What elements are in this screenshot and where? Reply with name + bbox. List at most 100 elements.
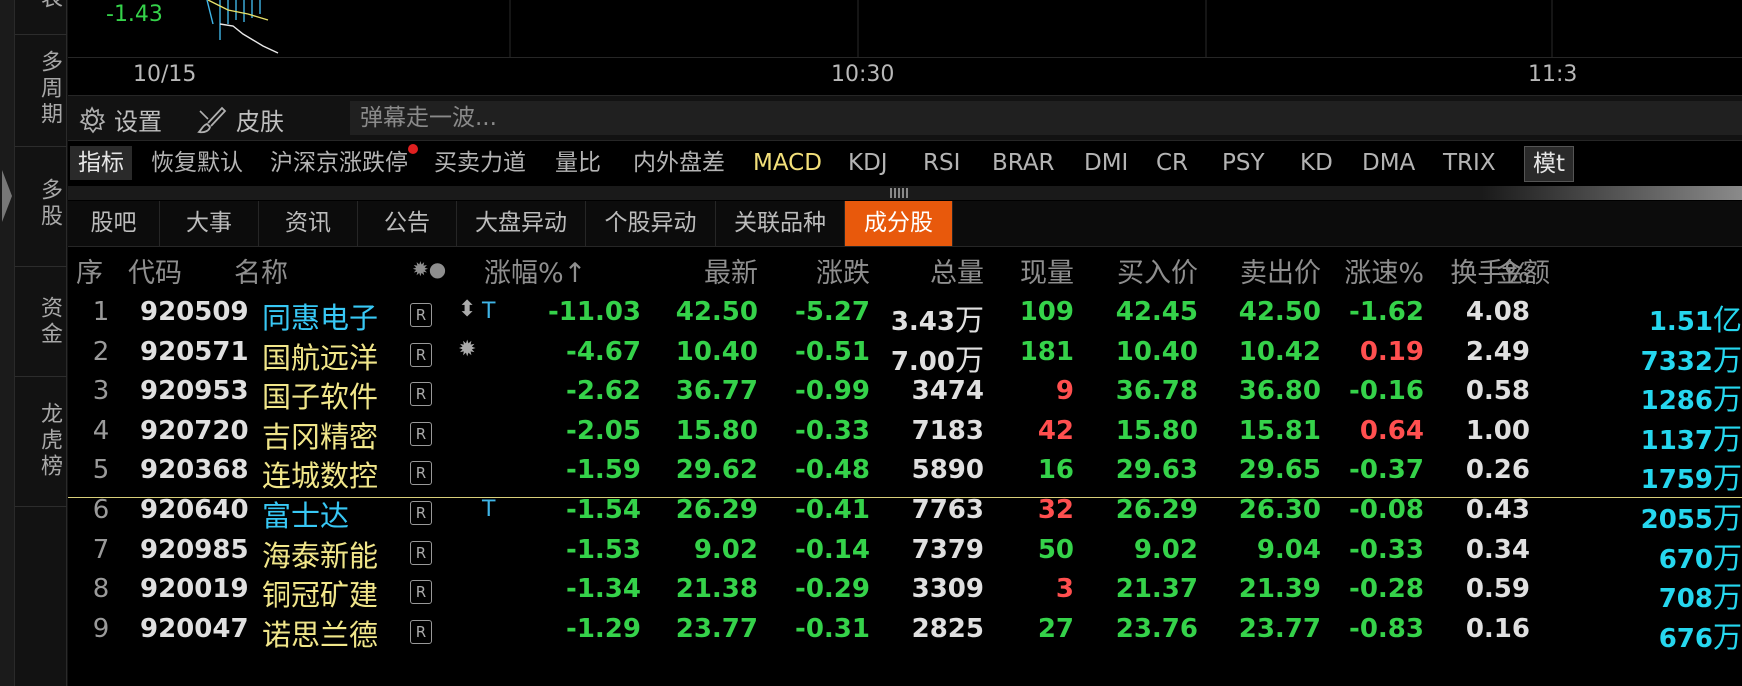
tab-news[interactable]: 资讯	[259, 201, 358, 246]
col-header-current-vol[interactable]: 现量	[1020, 251, 1074, 290]
col-header-bid[interactable]: 买入价	[1117, 251, 1198, 290]
price-diff: -0.41	[795, 495, 870, 525]
table-row[interactable]: 4 920720 吉冈精密 R -2.05 15.80 -0.33 7183 42 15.80 15…	[68, 412, 1742, 456]
turnover-rate: 0.58	[1465, 376, 1530, 406]
total-volume-value: 2825	[911, 614, 984, 644]
turnover-rate: 4.08	[1465, 297, 1530, 327]
stock-code: 920985	[140, 535, 249, 565]
table-row[interactable]: 8 920019 铜冠矿建 R -1.34 21.38 -0.29 3309 3 21.37 21.…	[68, 570, 1742, 614]
tab-inner-outer-diff[interactable]: 内外盘差	[625, 146, 733, 180]
tab-related-products[interactable]: 关联品种	[716, 201, 845, 246]
stock-name: 海泰新能	[262, 539, 379, 573]
turnover-rate: 1.00	[1465, 416, 1530, 446]
drag-grip-icon[interactable]	[890, 188, 908, 198]
stock-name: 同惠电子	[262, 301, 379, 335]
skin-button[interactable]: 皮肤	[196, 102, 284, 137]
last-price: 23.77	[675, 614, 758, 644]
current-volume: 50	[1037, 535, 1074, 565]
col-header-flags[interactable]: ✹●	[412, 257, 446, 281]
total-volume: 7379	[912, 535, 984, 565]
stock-code: 920047	[140, 614, 249, 644]
col-header-change-pct[interactable]: 涨幅%↑	[484, 251, 586, 290]
price-diff: -0.51	[795, 337, 870, 367]
margin-trading-badge: R	[410, 461, 432, 485]
last-price: 9.02	[693, 535, 758, 565]
total-volume: 7763	[912, 495, 984, 525]
tab-dma[interactable]: DMA	[1354, 146, 1423, 180]
table-row[interactable]: 1 920509 同惠电子 R ⬍ T -11.03 42.50 -5.27 3.43万 109 42…	[68, 293, 1742, 337]
nav-collapse-strip[interactable]	[0, 0, 15, 686]
tab-rsi[interactable]: RSI	[915, 146, 968, 180]
ask-price: 9.04	[1256, 535, 1321, 565]
table-row[interactable]: 3 920953 国子软件 R -2.62 36.77 -0.99 3474 9 36.78 36.…	[68, 372, 1742, 416]
col-header-ask[interactable]: 卖出价	[1240, 251, 1321, 290]
turnover-rate: 0.43	[1465, 495, 1530, 525]
time-label: 11:3	[1528, 62, 1578, 87]
tab-cr[interactable]: CR	[1148, 146, 1196, 180]
col-header-speed[interactable]: 涨速%	[1344, 251, 1424, 290]
bid-price: 15.80	[1115, 416, 1198, 446]
tab-trix[interactable]: TRIX	[1435, 146, 1504, 180]
tab-stock-movers[interactable]: 个股异动	[586, 201, 716, 246]
tab-dmi[interactable]: DMI	[1076, 146, 1136, 180]
table-row[interactable]: 9 920047 诺思兰德 R -1.29 23.77 -0.31 2825 27 23.76 23…	[68, 610, 1742, 654]
stock-code: 920953	[140, 376, 249, 406]
bid-price: 42.45	[1115, 297, 1198, 327]
col-header-last[interactable]: 最新	[704, 251, 758, 290]
row-index: 7	[92, 535, 110, 565]
template-button[interactable]: 模t	[1524, 146, 1575, 182]
change-pct: -2.05	[566, 416, 641, 446]
expand-arrow-icon[interactable]	[2, 170, 12, 222]
time-axis: 10/15 10:30 11:3	[68, 58, 1742, 94]
table-row[interactable]: 5 920368 连城数控 R -1.59 29.62 -0.48 5890 16 29.63 29…	[68, 451, 1742, 495]
col-header-index[interactable]: 序	[76, 251, 103, 290]
bid-price: 36.78	[1115, 376, 1198, 406]
ask-price: 29.65	[1238, 455, 1321, 485]
tab-constituents[interactable]: 成分股	[845, 201, 953, 246]
tab-market-movers[interactable]: 大盘异动	[457, 201, 586, 246]
turnover-rate: 0.26	[1465, 455, 1530, 485]
settings-button[interactable]: 设置	[78, 102, 162, 137]
tab-volume-ratio[interactable]: 量比	[547, 146, 609, 180]
ask-price: 36.80	[1238, 376, 1321, 406]
total-volume: 7183	[912, 416, 984, 446]
notification-dot	[408, 144, 418, 154]
nav-item-dragon-tiger[interactable]: 龙虎榜	[15, 402, 65, 480]
tab-kdj[interactable]: KDJ	[840, 146, 896, 180]
table-row[interactable]: 7 920985 海泰新能 R -1.53 9.02 -0.14 7379 50 9.02 9.04…	[68, 531, 1742, 575]
intraday-chart[interactable]: -1.43	[68, 0, 1742, 58]
stock-name: 铜冠矿建	[262, 578, 379, 612]
tab-restore-default[interactable]: 恢复默认	[143, 146, 251, 180]
col-header-name[interactable]: 名称	[234, 251, 288, 290]
col-header-code[interactable]: 代码	[128, 251, 182, 290]
amount-unit: 万	[1712, 501, 1742, 535]
col-header-amount[interactable]: 金额	[1496, 251, 1550, 290]
nav-item-table[interactable]: 表	[15, 0, 65, 12]
tab-brar[interactable]: BRAR	[984, 146, 1063, 180]
tab-buy-sell-force[interactable]: 买卖力道	[426, 146, 534, 180]
turnover-amount: 676万	[1659, 614, 1742, 656]
nav-item-multi-period[interactable]: 多周期	[15, 50, 65, 128]
col-header-volume[interactable]: 总量	[930, 251, 984, 290]
last-price: 26.29	[675, 495, 758, 525]
table-row[interactable]: 2 920571 国航远洋 R ✹ -4.67 10.40 -0.51 7.00万 181 10.4…	[68, 333, 1742, 377]
tab-major-events[interactable]: 大事	[160, 201, 259, 246]
danmaku-input[interactable]	[350, 101, 1742, 135]
margin-trading-badge: R	[410, 501, 432, 525]
tab-stock-forum[interactable]: 股吧	[68, 201, 160, 246]
panel-resize-strip[interactable]	[68, 186, 1742, 200]
chart-canvas	[206, 0, 1553, 57]
total-volume: 5890	[912, 455, 984, 485]
total-volume-value: 5890	[911, 455, 984, 485]
skin-label: 皮肤	[236, 108, 284, 136]
tab-psy[interactable]: PSY	[1214, 146, 1273, 180]
nav-item-funds[interactable]: 资金	[15, 296, 65, 348]
tab-limit-up-down[interactable]: 沪深京涨跌停	[262, 144, 418, 180]
nav-item-multi-stock[interactable]: 多股	[15, 178, 65, 230]
col-header-diff[interactable]: 涨跌	[816, 251, 870, 290]
tab-macd[interactable]: MACD	[745, 146, 830, 180]
tab-announcements[interactable]: 公告	[358, 201, 457, 246]
rise-speed: -0.83	[1349, 614, 1424, 644]
tab-kd[interactable]: KD	[1292, 146, 1341, 180]
tab-indicators[interactable]: 指标	[70, 146, 132, 180]
